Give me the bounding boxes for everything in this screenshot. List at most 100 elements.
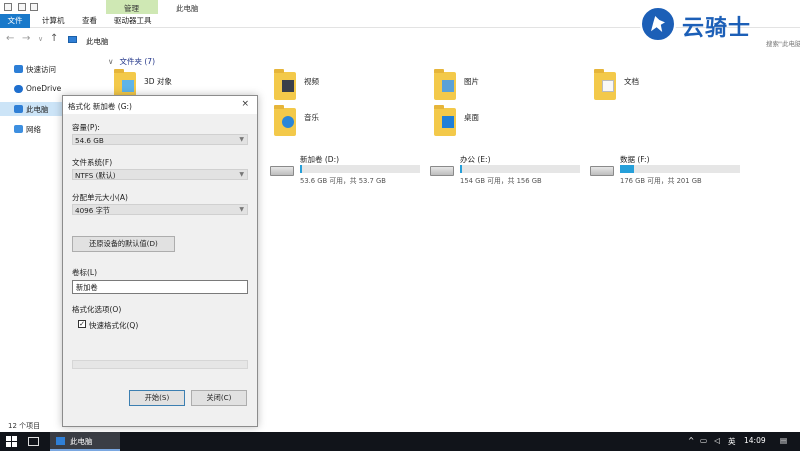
up-arrow-icon[interactable]: ↑ xyxy=(50,33,58,44)
tab-view[interactable]: 查看 xyxy=(82,14,97,28)
drive-usage-fill xyxy=(300,165,303,173)
clock-time[interactable]: 14:09 xyxy=(744,436,766,445)
drive-name: 新加卷 (D:) xyxy=(300,155,340,164)
drive-d[interactable]: 新加卷 (D:) 53.6 GB 可用，共 53.7 GB xyxy=(270,154,430,185)
nav-item-onedrive[interactable]: OneDrive xyxy=(10,82,96,96)
chevron-down-icon: ▼ xyxy=(239,206,244,213)
desktop-icon xyxy=(442,116,454,128)
this-pc-icon xyxy=(68,36,77,43)
address-box[interactable]: 此电脑 xyxy=(64,33,664,48)
folder-music[interactable]: 音乐 xyxy=(274,105,414,142)
pictures-icon xyxy=(442,80,454,92)
folder-video[interactable]: 视频 xyxy=(274,69,414,106)
drive-usage-fill xyxy=(460,165,463,173)
forward-arrow-icon[interactable]: → xyxy=(22,33,30,44)
hard-drive-icon xyxy=(430,166,454,176)
input-language[interactable]: 英 xyxy=(728,436,736,447)
drive-usage-bar xyxy=(620,165,740,173)
nav-item-this-pc[interactable]: 此电脑 xyxy=(0,102,62,116)
allocation-size-select[interactable]: 4096 字节 ▼ xyxy=(72,204,248,215)
folder-icon xyxy=(274,69,296,100)
item-count: 12 个项目 xyxy=(8,422,41,430)
folders-header-label: 文件夹 (7) xyxy=(119,57,156,66)
windows-start-icon[interactable] xyxy=(6,436,17,447)
drive-space: 176 GB 可用，共 201 GB xyxy=(620,177,702,185)
close-icon[interactable]: × xyxy=(241,99,249,109)
notification-icon[interactable]: ▤ xyxy=(780,436,787,445)
tab-file[interactable]: 文件 xyxy=(0,14,30,28)
properties-icon[interactable] xyxy=(18,3,26,11)
folder-icon xyxy=(56,437,65,445)
tab-computer[interactable]: 计算机 xyxy=(42,14,65,28)
drive-space: 154 GB 可用，共 156 GB xyxy=(460,177,542,185)
logo-text: 云骑士 xyxy=(682,16,752,41)
nav-item-label: 快速访问 xyxy=(26,65,56,74)
start-button[interactable]: 开始(S) xyxy=(129,390,185,406)
music-icon xyxy=(282,116,294,128)
format-dialog: 格式化 新加卷 (G:) × 容量(P): 54.6 GB ▼ 文件系统(F) … xyxy=(62,95,258,427)
collapse-chevron-icon: ∨ xyxy=(108,57,114,66)
capacity-select[interactable]: 54.6 GB ▼ xyxy=(72,134,248,145)
taskbar: 此电脑 ^ ▭ ◁ 英 14:09 ▤ xyxy=(0,432,800,451)
nav-item-label: 网络 xyxy=(26,125,41,134)
format-options-label: 格式化选项(O) xyxy=(72,305,122,314)
recent-chevron-icon[interactable]: ∨ xyxy=(38,35,43,43)
drive-f[interactable]: 数据 (F:) 176 GB 可用，共 201 GB xyxy=(590,154,750,185)
documents-icon xyxy=(602,80,614,92)
folder-label: 文档 xyxy=(624,77,639,86)
drive-name: 数据 (F:) xyxy=(620,155,650,164)
drive-space: 53.6 GB 可用，共 53.7 GB xyxy=(300,177,386,185)
folder-desktop[interactable]: 桌面 xyxy=(434,105,574,142)
folder-icon xyxy=(594,69,616,100)
folder-label: 3D 对象 xyxy=(144,77,172,86)
folder-label: 音乐 xyxy=(304,113,319,122)
app-icon xyxy=(4,3,12,11)
quick-format-label: 快速格式化(Q) xyxy=(89,321,139,330)
folder-icon xyxy=(274,105,296,136)
folder-documents[interactable]: 文档 xyxy=(594,69,734,106)
nav-item-label: OneDrive xyxy=(26,84,62,93)
new-folder-icon[interactable] xyxy=(30,3,38,11)
drive-usage-bar xyxy=(300,165,420,173)
network-icon xyxy=(14,125,23,133)
capacity-value: 54.6 GB xyxy=(75,136,104,145)
file-system-label: 文件系统(F) xyxy=(72,158,113,167)
hard-drive-icon xyxy=(270,166,294,176)
knight-logo-icon xyxy=(640,6,676,42)
drive-usage-fill xyxy=(620,165,635,173)
nav-item-quick-access[interactable]: 快速访问 xyxy=(10,62,96,76)
format-progress-bar xyxy=(72,360,248,369)
drive-e[interactable]: 办公 (E:) 154 GB 可用，共 156 GB xyxy=(430,154,590,185)
manage-tab-label: 管理 xyxy=(124,4,139,13)
taskbar-explorer-button[interactable]: 此电脑 xyxy=(50,432,120,451)
volume-tray-icon[interactable]: ◁ xyxy=(714,436,720,445)
dialog-title: 格式化 新加卷 (G:) xyxy=(68,102,132,111)
nav-item-label: 此电脑 xyxy=(26,105,49,114)
window-title: 此电脑 xyxy=(176,4,199,13)
dialog-titlebar[interactable]: 格式化 新加卷 (G:) × xyxy=(63,96,257,114)
chevron-down-icon: ▼ xyxy=(239,136,244,143)
folder-icon xyxy=(434,69,456,100)
folder-label: 视频 xyxy=(304,77,319,86)
folder-icon xyxy=(434,105,456,136)
network-tray-icon[interactable]: ▭ xyxy=(700,436,707,445)
folder-label: 图片 xyxy=(464,77,479,86)
computer-icon xyxy=(14,105,23,113)
restore-defaults-button[interactable]: 还原设备的默认值(D) xyxy=(72,236,175,252)
folders-group-header[interactable]: ∨ 文件夹 (7) xyxy=(108,56,155,67)
video-icon xyxy=(282,80,294,92)
hard-drive-icon xyxy=(590,166,614,176)
back-arrow-icon[interactable]: ← xyxy=(6,33,14,44)
file-system-select[interactable]: NTFS (默认) ▼ xyxy=(72,169,248,180)
folder-pictures[interactable]: 图片 xyxy=(434,69,574,106)
quick-format-checkbox[interactable]: ✓ xyxy=(78,320,86,328)
close-button[interactable]: 关闭(C) xyxy=(191,390,247,406)
task-view-icon[interactable] xyxy=(28,437,39,446)
tab-drive-tools[interactable]: 驱动器工具 xyxy=(114,14,152,28)
watermark-logo: 云骑士 xyxy=(640,6,800,42)
3d-objects-icon xyxy=(122,80,134,92)
volume-label-input[interactable]: 新加卷 xyxy=(72,280,248,294)
cloud-icon xyxy=(14,85,23,93)
tray-chevron-icon[interactable]: ^ xyxy=(688,436,694,445)
allocation-size-label: 分配单元大小(A) xyxy=(72,193,128,202)
